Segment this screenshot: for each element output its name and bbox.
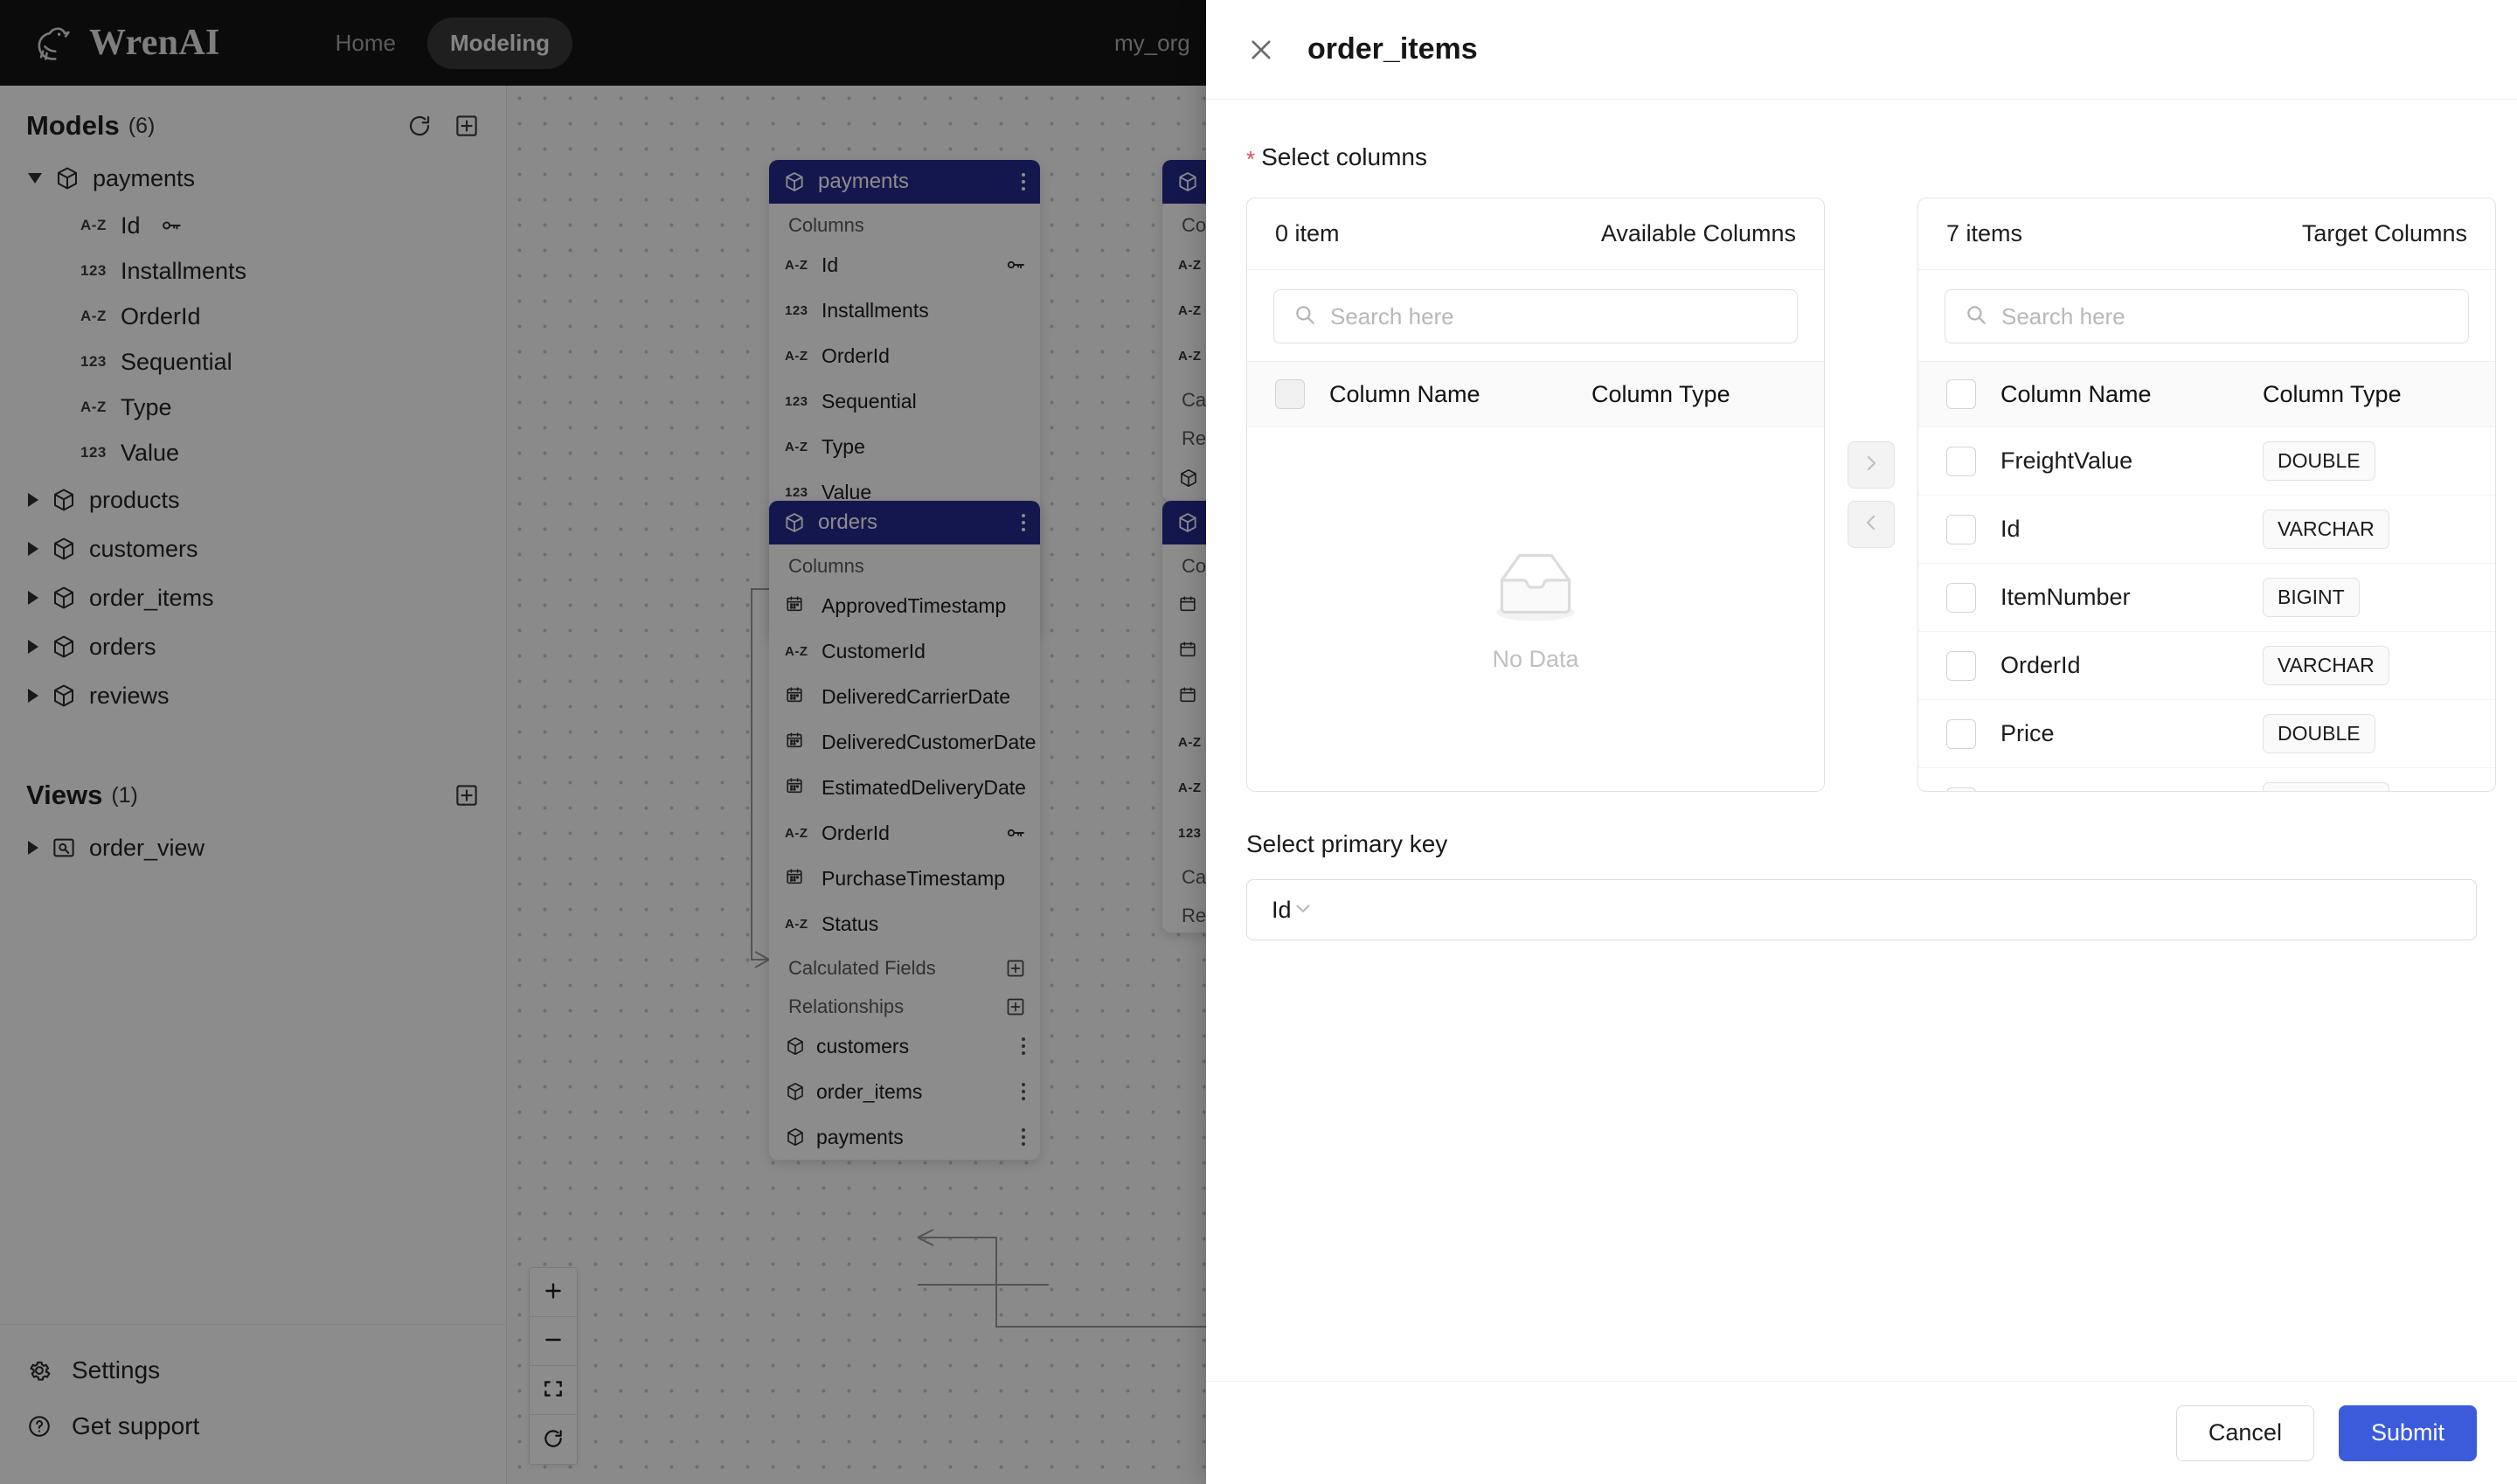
target-title: Target Columns <box>2301 220 2467 246</box>
empty-state: No Data <box>1247 427 1824 791</box>
chevron-down-icon <box>1292 897 1314 924</box>
transfer-buttons <box>1825 198 1917 792</box>
target-table-body[interactable]: FreightValue DOUBLE Id VARCHAR ItemNumbe… <box>1918 427 2495 791</box>
available-table-header: Column Name Column Type <box>1247 361 1824 427</box>
target-columns-panel: 7 items Target Columns Column N <box>1917 198 2496 792</box>
table-row[interactable]: OrderId VARCHAR <box>1918 632 2495 700</box>
submit-button[interactable]: Submit <box>2338 1404 2477 1461</box>
table-row[interactable]: Price DOUBLE <box>1918 700 2495 768</box>
column-name-cell: Price <box>2000 720 2055 746</box>
column-type-badge: VARCHAR <box>2263 782 2389 791</box>
table-row[interactable]: ProductId VARCHAR <box>1918 768 2495 791</box>
column-name-header: Column Name <box>2000 380 2152 407</box>
available-search-box[interactable] <box>1273 289 1798 343</box>
row-checkbox[interactable] <box>1946 787 1976 791</box>
column-type-header: Column Type <box>1591 380 1730 407</box>
column-type-badge: BIGINT <box>2263 578 2360 617</box>
primary-key-value: Id <box>1272 896 1292 923</box>
table-row[interactable]: Id VARCHAR <box>1918 496 2495 564</box>
select-columns-label: * Select columns <box>1246 143 2477 173</box>
primary-key-select[interactable]: Id <box>1246 879 2477 940</box>
select-columns-text: Select columns <box>1261 143 1427 170</box>
column-type-badge: DOUBLE <box>2263 714 2375 753</box>
target-search-box[interactable] <box>1945 289 2469 343</box>
column-name-cell: ItemNumber <box>2000 584 2131 610</box>
row-checkbox[interactable] <box>1946 650 1976 681</box>
edit-model-drawer: order_items * Select columns 0 item Avail… <box>1206 0 2517 1484</box>
target-panel-header: 7 items Target Columns <box>1918 198 2495 270</box>
move-right-button[interactable] <box>1848 441 1895 489</box>
select-all-checkbox[interactable] <box>1275 379 1305 409</box>
search-icon <box>1293 303 1316 330</box>
drawer-body: * Select columns 0 item Available Columns <box>1206 100 2517 1381</box>
move-left-button[interactable] <box>1848 501 1895 548</box>
target-count: 7 items <box>1946 220 2023 246</box>
target-search-input[interactable] <box>2001 302 2449 330</box>
empty-state-text: No Data <box>1492 646 1579 672</box>
column-name-cell: ProductId <box>2000 788 2263 791</box>
row-checkbox[interactable] <box>1946 582 1976 613</box>
column-type-badge: VARCHAR <box>2263 646 2389 685</box>
available-table-body: No Data <box>1247 427 1824 791</box>
column-name-cell: OrderId <box>2000 652 2081 678</box>
column-type-badge: VARCHAR <box>2263 510 2389 549</box>
search-icon <box>1965 303 1987 330</box>
drawer-footer: Cancel Submit <box>1206 1381 2517 1484</box>
chevron-right-icon <box>1861 453 1882 478</box>
target-table-header: Column Name Column Type <box>1918 361 2495 427</box>
table-row[interactable]: ItemNumber BIGINT <box>1918 564 2495 632</box>
row-checkbox[interactable] <box>1946 514 1976 544</box>
column-name-header: Column Name <box>1329 380 1480 407</box>
empty-box-icon <box>1479 545 1592 634</box>
column-name-cell: FreightValue <box>2000 447 2133 474</box>
primary-key-label: Select primary key <box>1246 830 1448 857</box>
drawer-title: order_items <box>1307 32 1478 66</box>
available-count: 0 item <box>1275 220 1340 246</box>
column-transfer: 0 item Available Columns Column <box>1246 198 2496 792</box>
available-columns-panel: 0 item Available Columns Column <box>1246 198 1825 792</box>
close-icon[interactable] <box>1246 35 1276 65</box>
cancel-button[interactable]: Cancel <box>2175 1404 2314 1461</box>
available-panel-header: 0 item Available Columns <box>1247 198 1824 270</box>
select-all-checkbox[interactable] <box>1946 379 1976 409</box>
column-type-badge: DOUBLE <box>2263 441 2375 481</box>
drawer-header: order_items <box>1206 0 2517 100</box>
required-marker: * <box>1246 146 1256 172</box>
chevron-left-icon <box>1861 512 1882 537</box>
available-search-input[interactable] <box>1330 302 1778 330</box>
column-type-header: Column Type <box>2263 380 2402 407</box>
row-checkbox[interactable] <box>1946 446 1976 476</box>
available-title: Available Columns <box>1600 220 1796 246</box>
row-checkbox[interactable] <box>1946 718 1976 749</box>
table-row[interactable]: FreightValue DOUBLE <box>1918 427 2495 496</box>
column-name-cell: Id <box>2000 516 2021 542</box>
